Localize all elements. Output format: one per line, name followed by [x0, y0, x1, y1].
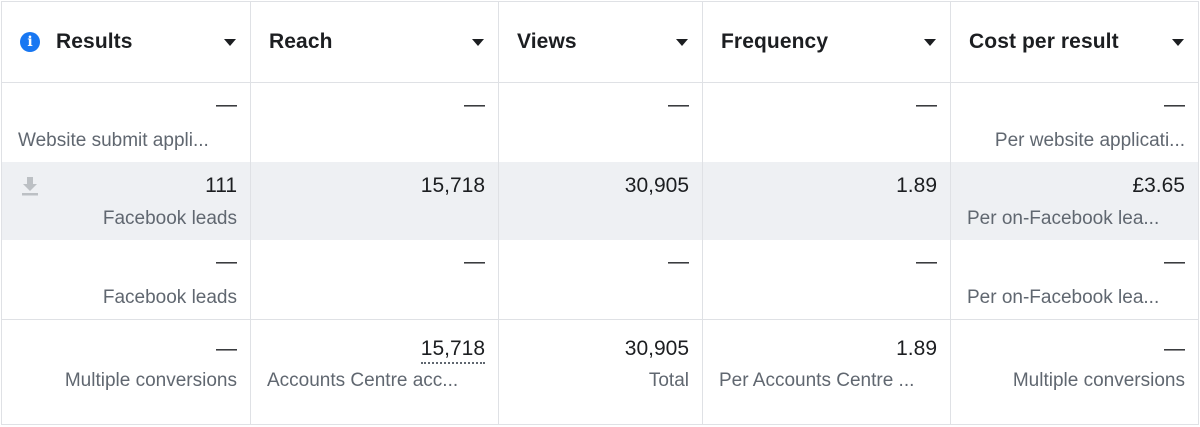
reach-cell: 15,718: [251, 162, 499, 240]
caret-down-icon[interactable]: [924, 38, 936, 46]
views-total-value: 30,905: [624, 337, 689, 360]
views-value: —: [668, 93, 689, 116]
reach-value: —: [464, 250, 485, 273]
results-type: Facebook leads: [102, 287, 237, 308]
results-value: —: [216, 93, 237, 116]
ads-results-table: i Results Reach Views Frequency Cost per…: [1, 1, 1199, 425]
column-header-label: Results: [56, 30, 133, 53]
reach-total-cell: 15,718 Accounts Centre acc...: [251, 320, 499, 424]
frequency-cell: —: [703, 240, 951, 319]
cost-type: Per website applicati...: [994, 130, 1185, 151]
views-cell: —: [499, 83, 703, 162]
views-value: 30,905: [624, 174, 689, 197]
download-icon[interactable]: [21, 176, 39, 196]
frequency-value: —: [916, 93, 937, 116]
column-header-label: Frequency: [721, 30, 829, 53]
column-header-cost-per-result[interactable]: Cost per result: [951, 2, 1198, 82]
caret-down-icon[interactable]: [1172, 38, 1184, 46]
cost-value: —: [1164, 93, 1185, 116]
results-cell: — Facebook leads: [2, 240, 251, 319]
info-icon[interactable]: i: [20, 32, 40, 52]
reach-cell: —: [251, 240, 499, 319]
column-header-reach[interactable]: Reach: [251, 2, 499, 82]
caret-down-icon[interactable]: [224, 38, 236, 46]
cost-type: Per on-Facebook lea...: [967, 208, 1160, 229]
cost-value: £3.65: [1132, 174, 1185, 197]
frequency-total-cell: 1.89 Per Accounts Centre ...: [703, 320, 951, 424]
results-value: —: [216, 250, 237, 273]
results-type: Facebook leads: [102, 208, 237, 229]
results-cell: — Website submit appli...: [2, 83, 251, 162]
table-row: — Facebook leads — — — — Per on-Facebook…: [2, 240, 1198, 320]
reach-total-value[interactable]: 15,718: [420, 337, 485, 364]
totals-row: — Multiple conversions 15,718 Accounts C…: [2, 320, 1198, 424]
views-total-cell: 30,905 Total: [499, 320, 703, 424]
column-header-label: Reach: [269, 30, 333, 53]
caret-down-icon[interactable]: [472, 38, 484, 46]
results-value: 111: [205, 174, 237, 197]
reach-value: 15,718: [420, 174, 485, 197]
cost-cell: — Per on-Facebook lea...: [951, 240, 1198, 319]
frequency-value: 1.89: [896, 174, 937, 197]
frequency-total-value: 1.89: [896, 337, 937, 360]
frequency-cell: 1.89: [703, 162, 951, 240]
cost-total-cell: — Multiple conversions: [951, 320, 1198, 424]
cost-total-value: —: [1164, 337, 1185, 360]
cost-total-type: Multiple conversions: [1012, 370, 1185, 391]
views-value: —: [668, 250, 689, 273]
column-header-frequency[interactable]: Frequency: [703, 2, 951, 82]
frequency-cell: —: [703, 83, 951, 162]
reach-cell: —: [251, 83, 499, 162]
table-header: i Results Reach Views Frequency Cost per…: [2, 2, 1198, 83]
caret-down-icon[interactable]: [676, 38, 688, 46]
reach-value: —: [464, 93, 485, 116]
results-type: Website submit appli...: [18, 130, 209, 151]
reach-total-type: Accounts Centre acc...: [267, 370, 459, 391]
cost-cell: — Per website applicati...: [951, 83, 1198, 162]
views-cell: 30,905: [499, 162, 703, 240]
column-header-label: Cost per result: [969, 30, 1119, 53]
frequency-value: —: [916, 250, 937, 273]
results-total-cell: — Multiple conversions: [2, 320, 251, 424]
views-total-type: Total: [648, 370, 689, 391]
views-cell: —: [499, 240, 703, 319]
frequency-total-type: Per Accounts Centre ...: [719, 370, 915, 391]
table-row: — Website submit appli... — — — — Per we…: [2, 83, 1198, 162]
column-header-views[interactable]: Views: [499, 2, 703, 82]
table-row[interactable]: 111 Facebook leads 15,718 30,905 1.89 £3…: [2, 162, 1198, 240]
cost-value: —: [1164, 250, 1185, 273]
cost-cell: £3.65 Per on-Facebook lea...: [951, 162, 1198, 240]
cost-type: Per on-Facebook lea...: [967, 287, 1160, 308]
results-total-value: —: [216, 337, 237, 360]
column-header-results[interactable]: i Results: [2, 2, 251, 82]
results-cell: 111 Facebook leads: [2, 162, 251, 240]
column-header-label: Views: [517, 30, 577, 53]
results-total-type: Multiple conversions: [64, 370, 237, 391]
